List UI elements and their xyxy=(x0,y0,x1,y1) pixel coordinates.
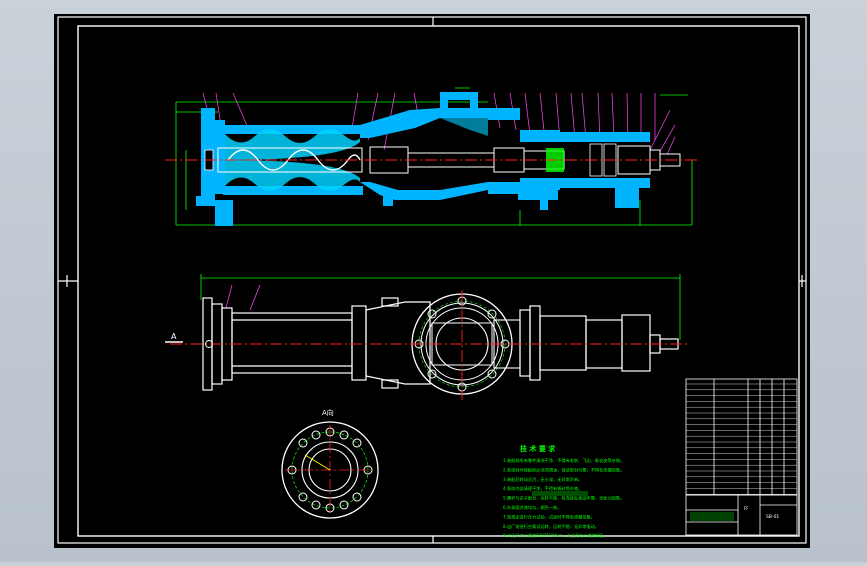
tech-line: 6.外表面涂漆均匀，颜色一致。 xyxy=(503,504,561,511)
view-label-a: A xyxy=(171,332,177,341)
tech-line: 2.各密封件装配前必须浸透油，保证密封可靠，不得有泄漏现象。 xyxy=(503,466,624,473)
tech-line: 8.出厂前进行空载试运转，运转平稳，无异常振动。 xyxy=(503,523,599,530)
tech-line: 9.未注尺寸公差按GB/T1804-m，未注形位公差按K级。 xyxy=(503,532,607,539)
tech-title: 技 术 要 求 xyxy=(520,444,556,453)
tech-line: 7.按规定进行压力试验，试验时不得有渗漏现象。 xyxy=(503,513,595,520)
drawing-number: SB-01 xyxy=(766,514,779,520)
drawing-sheet xyxy=(54,14,810,548)
cad-drawing: A A向 技 术 要 求 1.装配前所有零件清洗干净，不得有毛刺、飞边、氧化皮等… xyxy=(54,14,810,548)
highlight-bar xyxy=(532,491,588,496)
view-label-a-direction: A向 xyxy=(322,408,334,417)
cad-viewport[interactable]: A A向 技 术 要 求 1.装配前所有零件清洗干净，不得有毛刺、飞边、氧化皮等… xyxy=(0,0,867,562)
tech-line: 1.装配前所有零件清洗干净，不得有毛刺、飞边、氧化皮等杂物。 xyxy=(503,457,624,464)
tech-line: 3.装配后转动灵活，无卡滞，无异常声响。 xyxy=(503,476,582,483)
small-label: FF xyxy=(744,506,749,511)
